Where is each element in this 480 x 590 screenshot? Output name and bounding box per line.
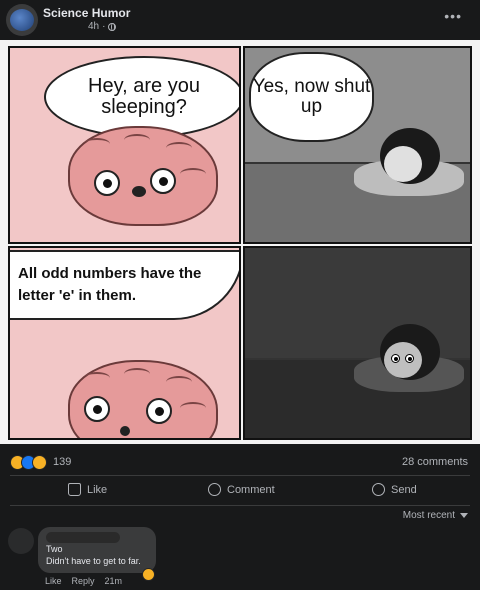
meme-image[interactable]: Hey, are you sleeping? Yes, now shut up … [0, 40, 480, 444]
comment-button[interactable]: Comment [208, 483, 275, 496]
speech-bubble-3: All odd numbers have the letter 'e' in t… [10, 250, 239, 320]
globe-icon [108, 22, 117, 31]
comments-sort-dropdown[interactable]: Most recent [403, 510, 468, 521]
haha-reaction-icon[interactable] [142, 568, 155, 581]
commenter-name-redacted[interactable] [46, 532, 120, 543]
comment-reply-link[interactable]: Reply [72, 576, 95, 586]
post-time[interactable]: 4h [88, 21, 99, 32]
page-name[interactable]: Science Humor [43, 6, 130, 20]
comment-bubble: Two Didn't have to get to far. [38, 527, 156, 573]
wow-icon [32, 455, 47, 470]
comment-text-line-2: Didn't have to get to far. [46, 556, 141, 566]
reaction-count[interactable]: 139 [53, 456, 71, 468]
post-meta: 4h · [88, 21, 117, 32]
sleeper-face-awake [384, 342, 422, 378]
comment-text-line-1: Two [46, 544, 63, 554]
post-header: Science Humor 4h · ••• [0, 0, 480, 40]
divider [10, 505, 470, 506]
thumbs-up-icon [68, 483, 81, 496]
like-button[interactable]: Like [68, 483, 107, 496]
comment-actions: Like Reply 21m [45, 576, 122, 586]
meme-panel-2: Yes, now shut up [243, 46, 472, 244]
more-horizontal-icon[interactable]: ••• [444, 8, 462, 24]
chevron-down-icon [460, 513, 468, 518]
divider [10, 475, 470, 476]
meme-panel-3: All odd numbers have the letter 'e' in t… [8, 246, 241, 440]
page-avatar[interactable] [6, 4, 38, 36]
post-actions: Like Comment Send [0, 478, 480, 504]
reactions-row: 139 28 comments [0, 452, 480, 472]
send-button[interactable]: Send [372, 483, 417, 496]
meme-panel-4 [243, 246, 472, 440]
reaction-icons[interactable] [10, 455, 47, 470]
meme-panel-1: Hey, are you sleeping? [8, 46, 241, 244]
messenger-icon [372, 483, 385, 496]
speech-bubble-2: Yes, now shut up [249, 52, 374, 142]
comment-like-link[interactable]: Like [45, 576, 62, 586]
comment-time[interactable]: 21m [105, 576, 123, 586]
brain-character [68, 126, 218, 226]
sleeper-face [384, 146, 422, 182]
brain-character [68, 360, 218, 438]
comments-count[interactable]: 28 comments [402, 456, 468, 468]
commenter-avatar[interactable] [8, 528, 34, 554]
comment-icon [208, 483, 221, 496]
